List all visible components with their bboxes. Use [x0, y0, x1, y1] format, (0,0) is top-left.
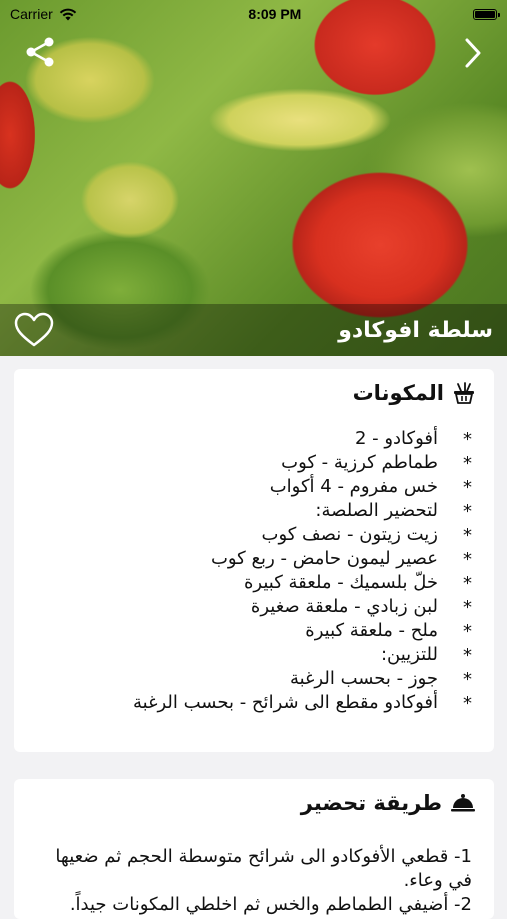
ingredients-header: المكونات	[14, 369, 494, 405]
list-item: أفوكادو مقطع الى شرائح - بحسب الرغبة	[14, 691, 472, 716]
list-item: لتحضير الصلصة:	[14, 499, 472, 524]
ingredients-heading: المكونات	[352, 381, 444, 405]
status-time: 8:09 PM	[248, 6, 302, 22]
carrier-label: Carrier	[10, 6, 53, 22]
ingredients-card: المكونات أفوكادو - 2 طماطم كرزية - كوب خ…	[14, 369, 494, 752]
chevron-right-icon[interactable]	[461, 36, 485, 70]
heart-outline-icon[interactable]	[14, 312, 54, 348]
wifi-icon	[59, 8, 76, 20]
list-item: أفوكادو - 2	[14, 427, 472, 452]
method-card: طريقة تحضير 1- قطعي الأفوكادو الى شرائح …	[14, 779, 494, 919]
list-item: طماطم كرزية - كوب	[14, 451, 472, 476]
method-step: 2- أضيفي الطماطم والخس ثم اخلطي المكونات…	[69, 894, 472, 915]
list-item: ملح - ملعقة كبيرة	[14, 619, 472, 644]
list-item: لبن زبادي - ملعقة صغيرة	[14, 595, 472, 620]
list-item: للتزيين:	[14, 643, 472, 668]
list-item: زيت زيتون - نصف كوب	[14, 523, 472, 548]
battery-icon	[472, 8, 500, 20]
list-item: عصير ليمون حامض - ربع كوب	[14, 547, 472, 572]
share-icon[interactable]	[22, 34, 58, 70]
status-bar: Carrier 8:09 PM	[0, 0, 507, 28]
method-header: طريقة تحضير	[14, 779, 494, 815]
recipe-hero-image: Carrier 8:09 PM سلطة افوكادو	[0, 0, 507, 356]
recipe-title-bar: سلطة افوكادو	[0, 304, 507, 356]
list-item: خلّ بلسميك - ملعقة كبيرة	[14, 571, 472, 596]
method-step: 1- قطعي الأفوكادو الى شرائح متوسطة الحجم…	[55, 846, 472, 891]
list-item: جوز - بحسب الرغبة	[14, 667, 472, 692]
cloche-icon	[451, 794, 475, 812]
method-steps: 1- قطعي الأفوكادو الى شرائح متوسطة الحجم…	[14, 815, 494, 917]
list-item: خس مفروم - 4 أكواب	[14, 475, 472, 500]
ingredients-list: أفوكادو - 2 طماطم كرزية - كوب خس مفروم -…	[14, 405, 494, 716]
basket-icon	[454, 382, 474, 404]
method-heading: طريقة تحضير	[300, 791, 442, 815]
status-left: Carrier	[10, 6, 77, 22]
recipe-title: سلطة افوكادو	[338, 317, 493, 343]
